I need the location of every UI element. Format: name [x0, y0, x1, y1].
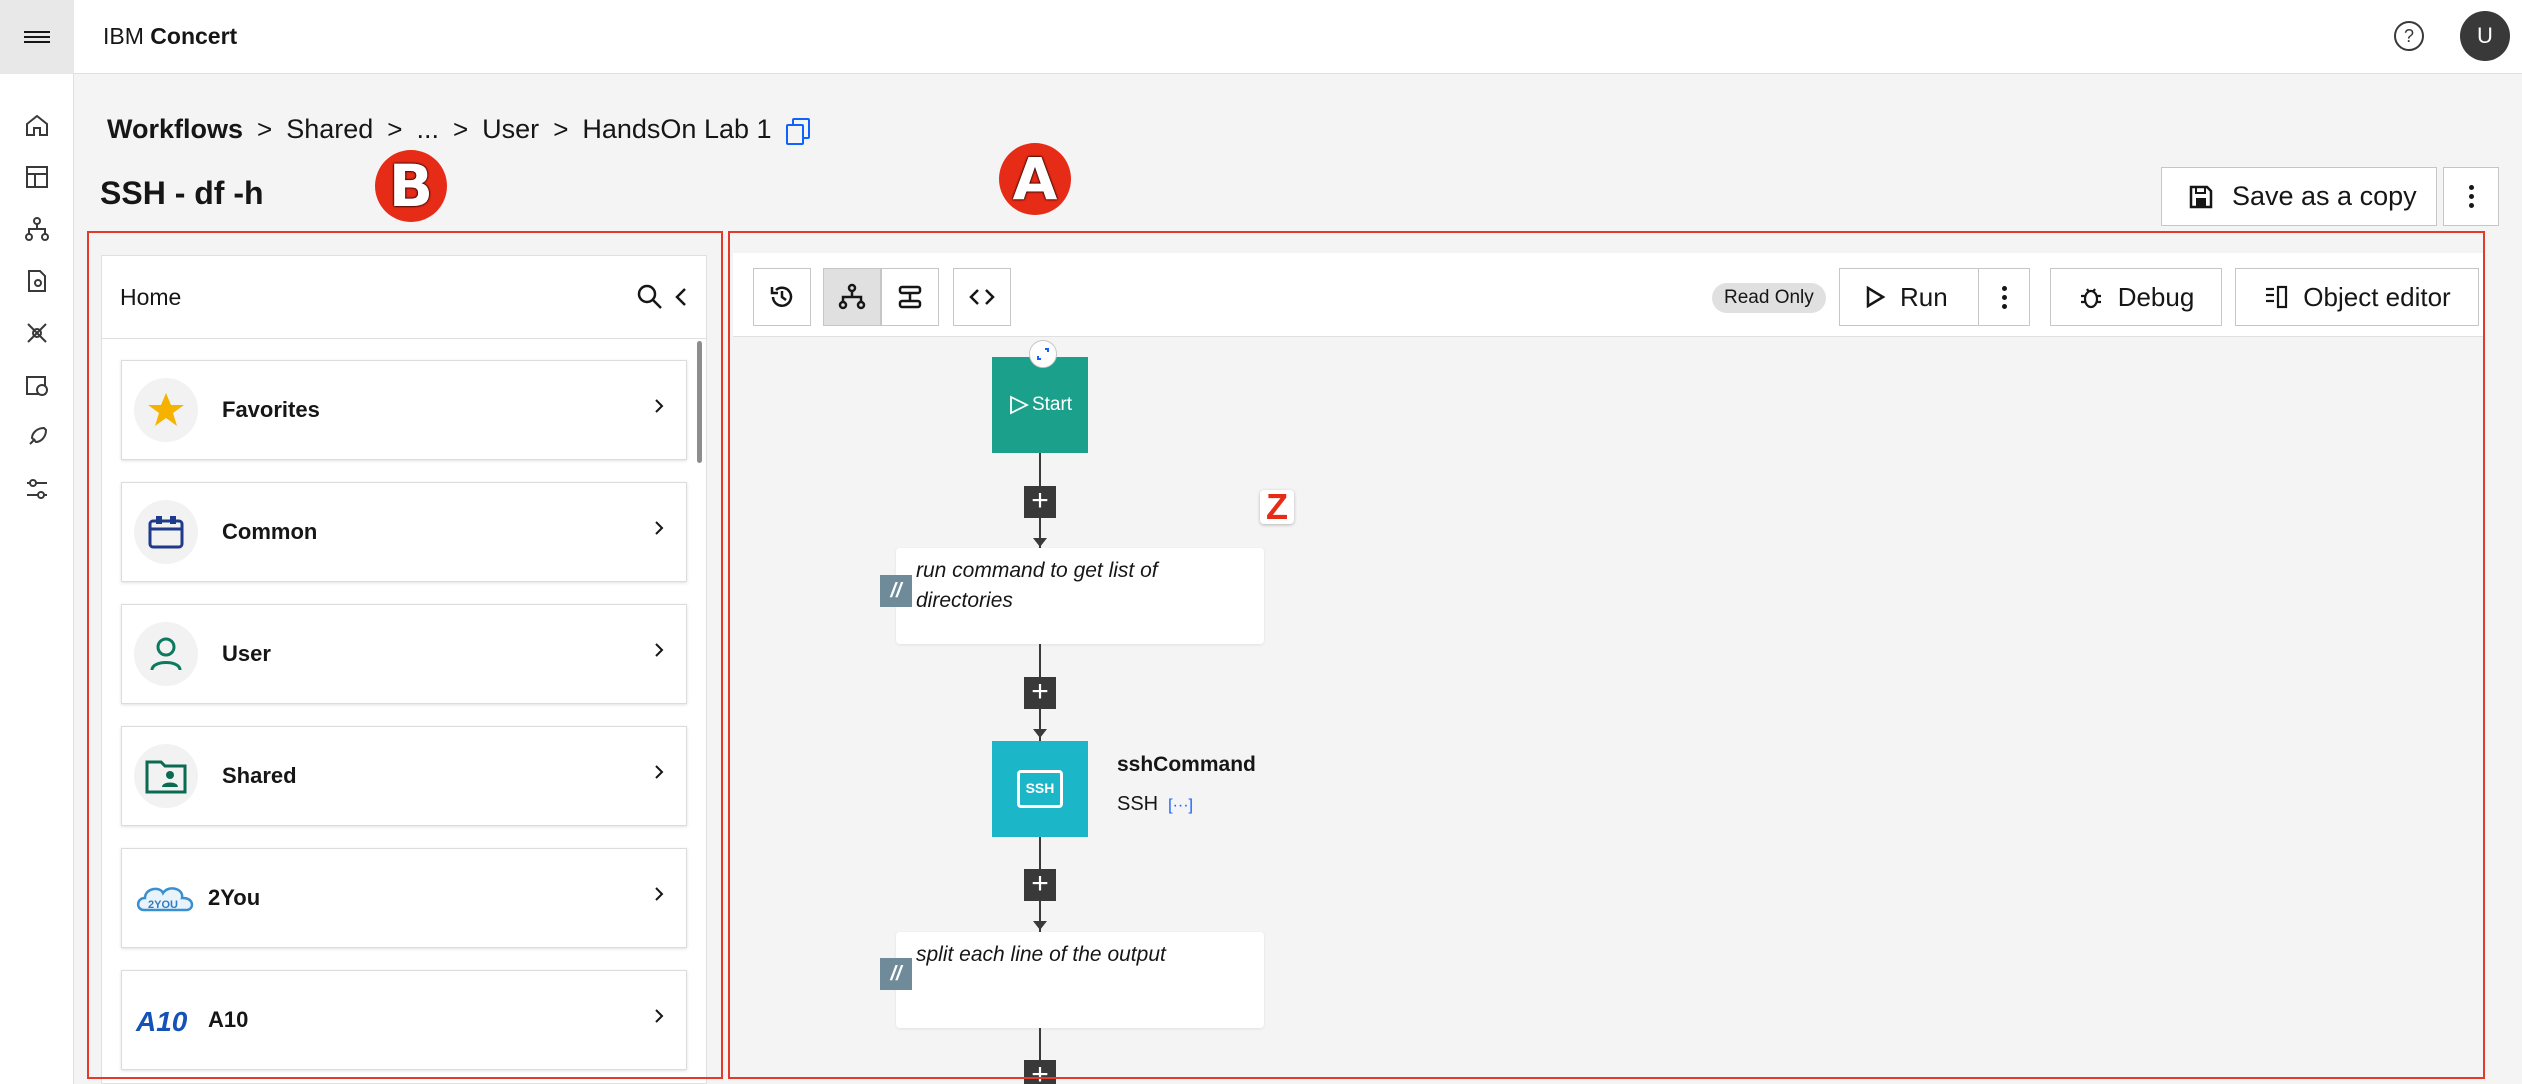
- overflow-menu-icon[interactable]: [2443, 167, 2499, 226]
- breadcrumb-separator: >: [257, 114, 273, 144]
- breadcrumb-shared[interactable]: Shared: [286, 114, 373, 145]
- workflow-icon[interactable]: [24, 216, 50, 242]
- breadcrumb-user[interactable]: User: [482, 114, 539, 145]
- breadcrumb-workflows[interactable]: Workflows: [107, 114, 243, 145]
- save-as-copy-button[interactable]: Save as a copy: [2161, 167, 2437, 226]
- annotation-badge-b: B: [375, 150, 447, 222]
- menu-icon[interactable]: [0, 0, 74, 74]
- rocket-icon[interactable]: [24, 424, 50, 450]
- page-title: SSH - df -h: [100, 175, 264, 211]
- side-rail: [0, 74, 74, 1084]
- breadcrumb-separator: >: [452, 114, 469, 144]
- annotation-box-b: [87, 231, 723, 1079]
- breadcrumb-overflow[interactable]: ...: [416, 114, 439, 145]
- save-icon: [2189, 185, 2213, 208]
- breadcrumb: Workflows > Shared > ... > User > HandsO…: [107, 114, 810, 145]
- home-icon[interactable]: [24, 112, 50, 138]
- help-icon[interactable]: ?: [2394, 21, 2424, 51]
- brand[interactable]: IBM Concert: [103, 23, 237, 50]
- document-search-icon[interactable]: [24, 268, 50, 294]
- breadcrumb-separator: >: [387, 114, 403, 144]
- annotation-badge-a: A: [999, 143, 1071, 215]
- avatar[interactable]: U: [2460, 11, 2510, 61]
- breadcrumb-separator: >: [553, 114, 569, 144]
- copy-icon[interactable]: [785, 117, 810, 145]
- calendar-clock-icon[interactable]: [24, 372, 50, 398]
- annotation-box-a: [728, 231, 2485, 1079]
- dashboard-icon[interactable]: [24, 164, 50, 190]
- top-header: IBM Concert ? U: [0, 0, 2522, 74]
- settings-sliders-icon[interactable]: [24, 476, 50, 502]
- breadcrumb-current: HandsOn Lab 1: [582, 114, 772, 144]
- integrations-icon[interactable]: [24, 320, 50, 346]
